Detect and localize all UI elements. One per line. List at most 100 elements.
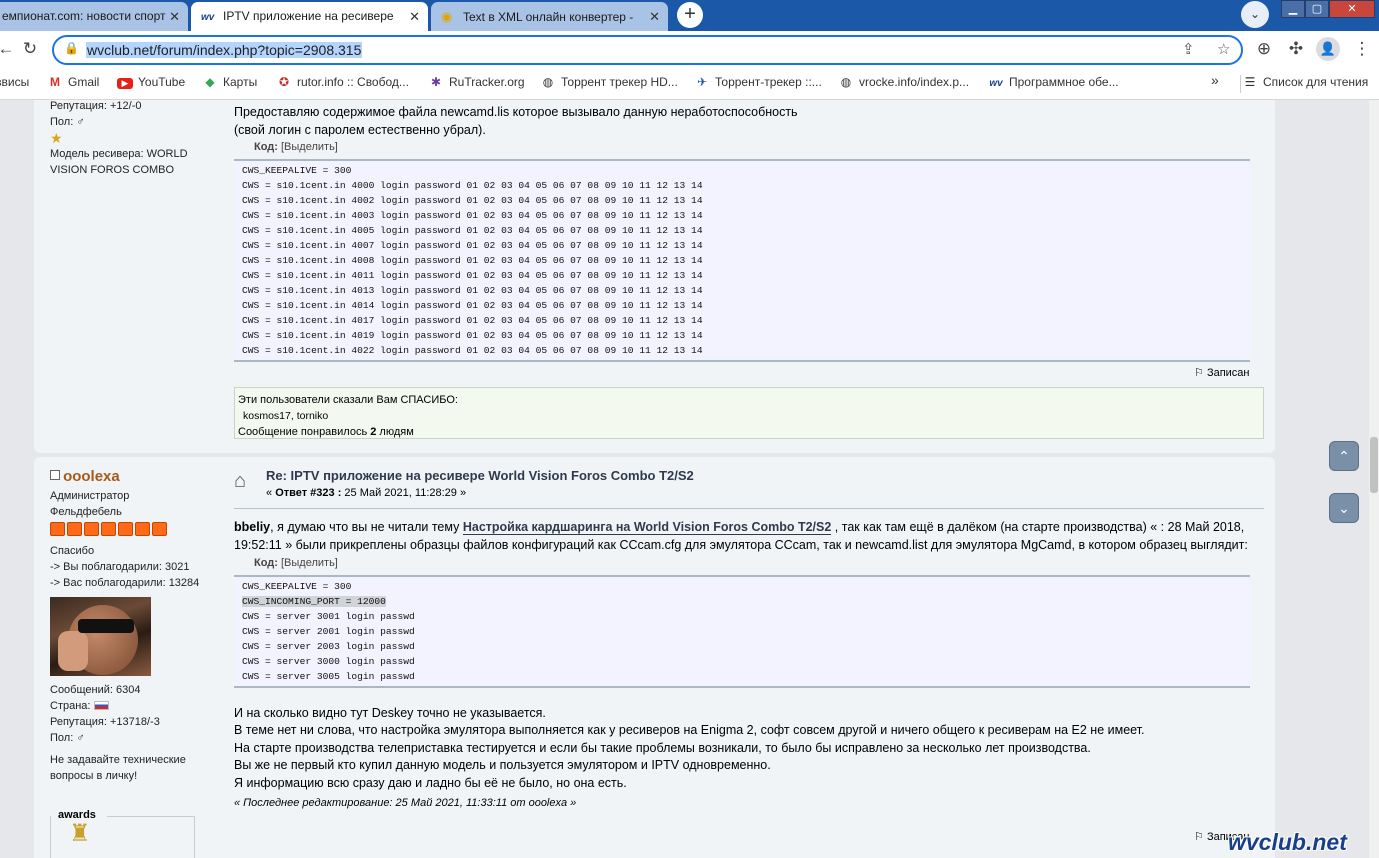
minimize-button[interactable]: ▁ [1281,0,1305,18]
post-header: ⌂ Re: IPTV приложение на ресивере World … [234,467,1264,502]
author-name-row: ooolexa [50,469,210,486]
code-line: CWS_KEEPALIVE = 300 [242,580,352,592]
author-role: Администратор [50,490,130,502]
bookmark-rutor[interactable]: ✪ rutor.info :: Свобод... [276,75,409,89]
bookmark-software[interactable]: wv Программное обе... [988,75,1118,89]
post-body: Предоставляю содержимое файла newcamd.li… [234,104,1250,362]
report-icon: ⚐ [1194,367,1204,379]
code-line: CWS = s10.1cent.in 4019 login password 0… [242,329,703,341]
address-bar[interactable]: 🔒 wvclub.net/forum/index.php?topic=2908.… [52,35,1243,65]
share-icon[interactable]: ⇪ [1182,40,1195,58]
profile-avatar-icon[interactable]: 👤 [1316,37,1340,61]
code-line: CWS = s10.1cent.in 4000 login password 0… [242,179,703,191]
bookmark-maps[interactable]: ◆ Карты [202,75,257,89]
post-text: И на сколько видно тут Deskey точно не у… [234,705,546,720]
code-line: CWS = s10.1cent.in 4005 login password 0… [242,224,703,236]
tab-title: емпионат.com: новости спорт [2,9,166,23]
reply-number[interactable]: Ответ #323 : [275,487,341,499]
author-reputation: Репутация: +13718/-3 [50,716,160,728]
url-text[interactable]: wvclub.net/forum/index.php?topic=2908.31… [86,42,363,58]
code-select-link[interactable]: [Выделить] [281,557,338,569]
code-label: Код: [254,557,278,569]
close-tab-icon[interactable]: ✕ [649,2,660,31]
thanks-users[interactable]: kosmos17, torniko [238,408,1260,424]
author-username[interactable]: ooolexa [63,468,120,485]
award-trophy-icon[interactable]: ♜ [51,821,194,847]
close-tab-icon[interactable]: ✕ [169,2,180,31]
bookmark-services[interactable]: звисы [0,75,29,89]
code-line: CWS = s10.1cent.in 4022 login password 0… [242,344,703,356]
post-text: Я информацию всю сразу даю и ладно бы её… [234,775,627,790]
author-country: Страна: [50,698,210,714]
bookmark-torrent-hd[interactable]: ◍ Торрент трекер HD... [540,75,678,89]
page-scrollbar[interactable] [1369,100,1379,858]
bookmark-vrocke[interactable]: ◍ vrocke.info/index.p... [838,75,969,89]
back-icon[interactable]: ← [0,37,18,61]
offline-status-icon [50,470,60,480]
new-tab-button[interactable]: + [677,2,703,28]
tab-iptv[interactable]: wv IPTV приложение на ресивере ✕ [191,2,428,31]
avatar[interactable] [50,597,151,676]
globe-extension-icon[interactable]: ⊕ [1252,37,1276,61]
awards-box: awards ♜ [50,809,195,858]
lock-icon[interactable]: 🔒 [64,41,79,55]
tab-championat[interactable]: емпионат.com: новости спорт ✕ [0,2,188,31]
thanked-by-count: -> Вас поблагодарили: 13284 [50,577,200,589]
extensions-puzzle-icon[interactable]: ✣ [1284,37,1308,61]
scrollbar-thumb[interactable] [1370,437,1378,493]
rank-star-icon: ★ [50,130,63,146]
code-line: CWS_KEEPALIVE = 300 [242,164,352,176]
post-author-sidebar: Репутация: +12/-0 Пол: ♂ ★ Модель ресиве… [50,100,210,178]
code-line: CWS = server 3000 login passwd [242,655,415,667]
topic-link[interactable]: Настройка кардшаринга на World Vision Fo… [462,520,832,535]
code-block: CWS_KEEPALIVE = 300 CWS_INCOMING_PORT = 1… [234,574,1250,688]
post-text: Предоставляю содержимое файла newcamd.li… [234,105,798,119]
maximize-button[interactable]: ▢ [1305,0,1329,18]
code-line: CWS_INCOMING_PORT = 12000 [242,595,386,607]
code-select-link[interactable]: [Выделить] [281,141,338,153]
tab-title: Text в XML онлайн конвертер - [463,10,634,24]
menu-kebab-icon[interactable]: ⋮ [1350,37,1374,61]
rank-star-icon [152,522,167,536]
post-title[interactable]: Re: IPTV приложение на ресивере World Vi… [266,467,1264,485]
report-link[interactable]: ⚐ Записан [1194,366,1250,379]
bookmarks-more-button[interactable]: » [1211,72,1219,88]
author-rank: Фельдфебель [50,506,122,518]
youtube-icon: ▶ [117,78,133,89]
bookmark-youtube[interactable]: ▶ YouTube [117,75,185,89]
code-line: CWS = s10.1cent.in 4013 login password 0… [242,284,703,296]
post-author-sidebar: ooolexa Администратор Фельдфебель Спасиб… [50,469,210,784]
rank-star-icon [101,522,116,536]
post-text: В теме нет ни слова, что настройка эмуля… [234,723,1145,737]
bookmark-star-icon[interactable]: ☆ [1217,40,1230,58]
wv-favicon-icon: wv [201,12,215,23]
forum-post: Репутация: +12/-0 Пол: ♂ ★ Модель ресиве… [34,100,1275,453]
rank-star-icon [84,522,99,536]
rutor-icon: ✪ [278,75,290,89]
rank-stars [50,522,167,536]
close-window-button[interactable]: ✕ [1329,0,1375,18]
reload-icon[interactable]: ↻ [18,37,42,61]
thanks-header: Эти пользователи сказали Вам СПАСИБО: [238,394,458,406]
close-tab-icon[interactable]: ✕ [409,2,420,31]
thanks-box: Эти пользователи сказали Вам СПАСИБО: ko… [234,387,1264,439]
post-date: 25 Май 2021, 11:28:29 » [341,486,467,499]
tracker-icon: ✈ [696,75,708,89]
code-line: CWS = s10.1cent.in 4007 login password 0… [242,239,703,251]
code-line: CWS = s10.1cent.in 4017 login password 0… [242,314,703,326]
quoted-user[interactable]: bbeliy [234,520,270,534]
scroll-up-button[interactable]: ⌃ [1329,441,1359,471]
tab-search-button[interactable]: ⌄ [1241,1,1269,28]
bookmark-torrent-tracker[interactable]: ✈ Торрент-трекер ::... [694,75,822,89]
tab-xml-converter[interactable]: ◉ Text в XML онлайн конвертер - ✕ [431,2,668,31]
scroll-down-button[interactable]: ⌄ [1329,493,1359,523]
rutracker-icon: ✱ [430,75,442,89]
code-line: CWS = s10.1cent.in 4008 login password 0… [242,254,703,266]
code-line: CWS = server 2003 login passwd [242,640,415,652]
bookmark-gmail[interactable]: M Gmail [47,75,99,89]
rank-star-icon [50,522,65,536]
bookmark-rutracker[interactable]: ✱ RuTracker.org [428,75,525,89]
reading-list-button[interactable]: ☰ Список для чтения [1242,75,1369,89]
author-messages: Сообщений: 6304 [50,684,141,696]
nav-bar: ← ↻ 🔒 wvclub.net/forum/index.php?topic=2… [0,31,1379,68]
